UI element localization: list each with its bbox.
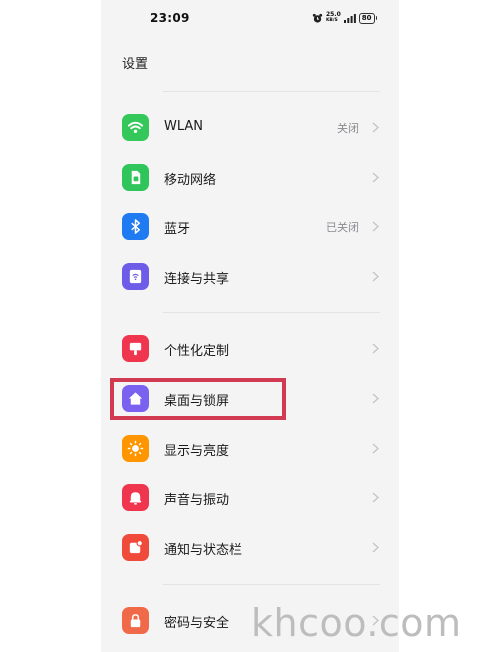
chevron-right-icon: [372, 393, 379, 404]
chevron-right-icon: [372, 343, 379, 354]
battery-indicator: 80: [358, 12, 377, 24]
settings-row-label: 显示与亮度: [164, 444, 230, 459]
settings-row-label: 移动网络: [164, 173, 217, 188]
settings-row-label: 连接与共享: [164, 272, 230, 287]
settings-row-status: 已关闭: [326, 221, 359, 234]
network-speed-unit: KB/S: [325, 18, 338, 23]
settings-row-label: 密码与安全: [164, 616, 230, 631]
settings-row-label: WLAN: [164, 119, 204, 134]
network-speed: 25.0 KB/S: [326, 12, 341, 24]
settings-row-bluetooth[interactable]: 蓝牙 已关闭: [101, 202, 399, 252]
settings-row-connection-sharing[interactable]: 连接与共享: [101, 252, 399, 302]
wifi-icon: [122, 114, 149, 141]
page-title: 设置: [122, 57, 149, 72]
section-divider: [163, 91, 380, 92]
signal-strength-icon: [343, 13, 356, 23]
phone-screen: 23:09 25.0 KB/S 80 设置 WLAN 关闭 移动网络 蓝牙 已关…: [101, 0, 399, 652]
alarm-clock-icon: [312, 13, 323, 23]
chevron-right-icon: [372, 271, 379, 282]
chevron-right-icon: [372, 172, 379, 183]
status-bar: 23:09 25.0 KB/S 80: [101, 0, 399, 40]
status-time: 23:09: [150, 11, 190, 25]
settings-row-label: 通知与状态栏: [164, 543, 243, 558]
watermark: khcoo.com: [251, 601, 462, 645]
settings-row-notification-statusbar[interactable]: 通知与状态栏: [101, 523, 399, 573]
connection-sharing-icon: [122, 263, 149, 290]
settings-row-display-brightness[interactable]: 显示与亮度: [101, 424, 399, 474]
battery-level: 80: [358, 12, 375, 24]
battery-cap: [375, 16, 377, 20]
chevron-right-icon: [372, 221, 379, 232]
bluetooth-icon: [122, 213, 149, 240]
settings-row-personalization[interactable]: 个性化定制: [101, 324, 399, 374]
lock-icon: [122, 607, 149, 634]
settings-row-sound-vibration[interactable]: 声音与振动: [101, 473, 399, 523]
settings-row-status: 关闭: [337, 122, 359, 135]
bell-icon: [122, 484, 149, 511]
notification-icon: [122, 534, 149, 561]
status-indicators: 25.0 KB/S 80: [312, 11, 377, 25]
highlight-annotation-box: [110, 378, 286, 420]
chevron-right-icon: [372, 122, 379, 133]
section-divider: [163, 312, 380, 313]
settings-row-wlan[interactable]: WLAN 关闭: [101, 103, 399, 153]
sim-card-icon: [122, 164, 149, 191]
settings-row-label: 声音与振动: [164, 493, 230, 508]
personalization-icon: [122, 335, 149, 362]
chevron-right-icon: [372, 542, 379, 553]
chevron-right-icon: [372, 443, 379, 454]
chevron-right-icon: [372, 492, 379, 503]
settings-row-label: 个性化定制: [164, 344, 230, 359]
section-divider: [163, 584, 380, 585]
settings-row-label: 蓝牙: [164, 222, 191, 237]
settings-row-mobile-network[interactable]: 移动网络: [101, 153, 399, 203]
sun-icon: [122, 435, 149, 462]
